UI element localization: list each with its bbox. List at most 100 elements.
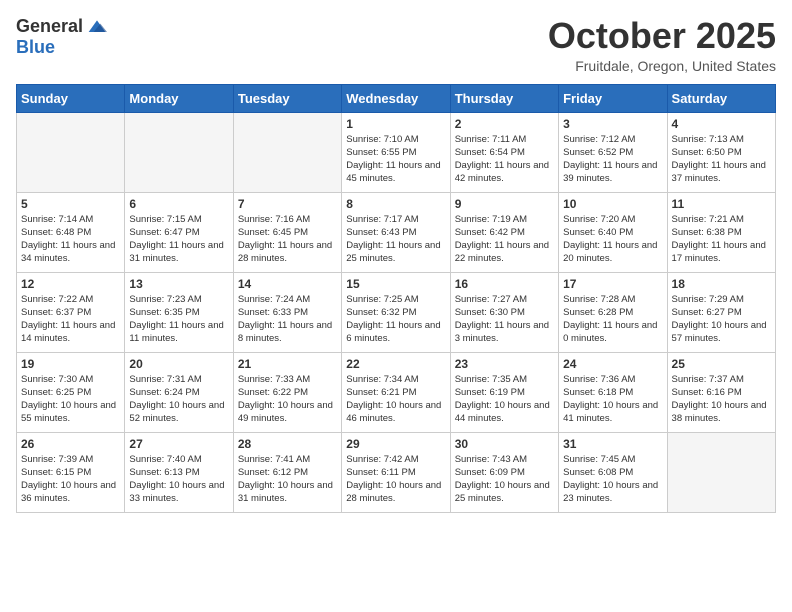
day-number: 1	[346, 117, 445, 131]
day-number: 9	[455, 197, 554, 211]
calendar-cell: 1 Sunrise: 7:10 AM Sunset: 6:55 PM Daylig…	[342, 112, 450, 192]
col-saturday: Saturday	[667, 84, 775, 112]
day-info: Sunrise: 7:24 AM Sunset: 6:33 PM Dayligh…	[238, 293, 337, 346]
calendar-week-row: 26 Sunrise: 7:39 AM Sunset: 6:15 PM Dayli…	[17, 432, 776, 512]
day-info: Sunrise: 7:27 AM Sunset: 6:30 PM Dayligh…	[455, 293, 554, 346]
day-info: Sunrise: 7:21 AM Sunset: 6:38 PM Dayligh…	[672, 213, 771, 266]
day-number: 8	[346, 197, 445, 211]
calendar-week-row: 1 Sunrise: 7:10 AM Sunset: 6:55 PM Daylig…	[17, 112, 776, 192]
col-wednesday: Wednesday	[342, 84, 450, 112]
day-info: Sunrise: 7:15 AM Sunset: 6:47 PM Dayligh…	[129, 213, 228, 266]
calendar-week-row: 19 Sunrise: 7:30 AM Sunset: 6:25 PM Dayli…	[17, 352, 776, 432]
calendar-cell: 22 Sunrise: 7:34 AM Sunset: 6:21 PM Dayli…	[342, 352, 450, 432]
day-number: 28	[238, 437, 337, 451]
calendar-week-row: 12 Sunrise: 7:22 AM Sunset: 6:37 PM Dayli…	[17, 272, 776, 352]
calendar-cell: 21 Sunrise: 7:33 AM Sunset: 6:22 PM Dayli…	[233, 352, 341, 432]
day-info: Sunrise: 7:11 AM Sunset: 6:54 PM Dayligh…	[455, 133, 554, 186]
calendar-cell: 5 Sunrise: 7:14 AM Sunset: 6:48 PM Daylig…	[17, 192, 125, 272]
month-title: October 2025	[548, 16, 776, 56]
header-row: Sunday Monday Tuesday Wednesday Thursday…	[17, 84, 776, 112]
day-number: 11	[672, 197, 771, 211]
calendar-table: Sunday Monday Tuesday Wednesday Thursday…	[16, 84, 776, 513]
day-info: Sunrise: 7:28 AM Sunset: 6:28 PM Dayligh…	[563, 293, 662, 346]
calendar-cell: 2 Sunrise: 7:11 AM Sunset: 6:54 PM Daylig…	[450, 112, 558, 192]
day-info: Sunrise: 7:35 AM Sunset: 6:19 PM Dayligh…	[455, 373, 554, 426]
day-info: Sunrise: 7:41 AM Sunset: 6:12 PM Dayligh…	[238, 453, 337, 506]
day-info: Sunrise: 7:39 AM Sunset: 6:15 PM Dayligh…	[21, 453, 120, 506]
col-monday: Monday	[125, 84, 233, 112]
day-number: 7	[238, 197, 337, 211]
day-number: 27	[129, 437, 228, 451]
day-info: Sunrise: 7:31 AM Sunset: 6:24 PM Dayligh…	[129, 373, 228, 426]
day-number: 21	[238, 357, 337, 371]
calendar-cell	[125, 112, 233, 192]
day-info: Sunrise: 7:13 AM Sunset: 6:50 PM Dayligh…	[672, 133, 771, 186]
location-text: Fruitdale, Oregon, United States	[548, 58, 776, 74]
calendar-cell: 12 Sunrise: 7:22 AM Sunset: 6:37 PM Dayli…	[17, 272, 125, 352]
day-info: Sunrise: 7:10 AM Sunset: 6:55 PM Dayligh…	[346, 133, 445, 186]
calendar-cell: 20Sunrise: 7:31 AM Sunset: 6:24 PM Dayli…	[125, 352, 233, 432]
day-number: 15	[346, 277, 445, 291]
calendar-week-row: 5 Sunrise: 7:14 AM Sunset: 6:48 PM Daylig…	[17, 192, 776, 272]
day-number: 18	[672, 277, 771, 291]
calendar-cell: 19 Sunrise: 7:30 AM Sunset: 6:25 PM Dayli…	[17, 352, 125, 432]
col-tuesday: Tuesday	[233, 84, 341, 112]
calendar-cell: 11 Sunrise: 7:21 AM Sunset: 6:38 PM Dayli…	[667, 192, 775, 272]
logo: General Blue	[16, 16, 107, 58]
day-info: Sunrise: 7:34 AM Sunset: 6:21 PM Dayligh…	[346, 373, 445, 426]
day-info: Sunrise: 7:19 AM Sunset: 6:42 PM Dayligh…	[455, 213, 554, 266]
day-number: 16	[455, 277, 554, 291]
calendar-cell: 23 Sunrise: 7:35 AM Sunset: 6:19 PM Dayli…	[450, 352, 558, 432]
logo-blue-text: Blue	[16, 37, 55, 58]
day-info: Sunrise: 7:17 AM Sunset: 6:43 PM Dayligh…	[346, 213, 445, 266]
calendar-cell: 18Sunrise: 7:29 AM Sunset: 6:27 PM Dayli…	[667, 272, 775, 352]
day-number: 3	[563, 117, 662, 131]
calendar-cell: 13 Sunrise: 7:23 AM Sunset: 6:35 PM Dayli…	[125, 272, 233, 352]
day-number: 22	[346, 357, 445, 371]
calendar-cell: 16 Sunrise: 7:27 AM Sunset: 6:30 PM Dayli…	[450, 272, 558, 352]
calendar-cell: 28 Sunrise: 7:41 AM Sunset: 6:12 PM Dayli…	[233, 432, 341, 512]
col-sunday: Sunday	[17, 84, 125, 112]
calendar-cell: 4 Sunrise: 7:13 AM Sunset: 6:50 PM Daylig…	[667, 112, 775, 192]
day-number: 2	[455, 117, 554, 131]
calendar-cell	[233, 112, 341, 192]
calendar-cell: 25Sunrise: 7:37 AM Sunset: 6:16 PM Dayli…	[667, 352, 775, 432]
day-info: Sunrise: 7:36 AM Sunset: 6:18 PM Dayligh…	[563, 373, 662, 426]
day-info: Sunrise: 7:16 AM Sunset: 6:45 PM Dayligh…	[238, 213, 337, 266]
day-info: Sunrise: 7:30 AM Sunset: 6:25 PM Dayligh…	[21, 373, 120, 426]
calendar-cell: 7 Sunrise: 7:16 AM Sunset: 6:45 PM Daylig…	[233, 192, 341, 272]
day-number: 31	[563, 437, 662, 451]
day-info: Sunrise: 7:12 AM Sunset: 6:52 PM Dayligh…	[563, 133, 662, 186]
day-info: Sunrise: 7:23 AM Sunset: 6:35 PM Dayligh…	[129, 293, 228, 346]
day-number: 23	[455, 357, 554, 371]
calendar-cell: 6 Sunrise: 7:15 AM Sunset: 6:47 PM Daylig…	[125, 192, 233, 272]
calendar-cell	[667, 432, 775, 512]
day-number: 12	[21, 277, 120, 291]
day-number: 17	[563, 277, 662, 291]
day-number: 14	[238, 277, 337, 291]
calendar-cell: 30 Sunrise: 7:43 AM Sunset: 6:09 PM Dayli…	[450, 432, 558, 512]
day-number: 6	[129, 197, 228, 211]
day-info: Sunrise: 7:40 AM Sunset: 6:13 PM Dayligh…	[129, 453, 228, 506]
day-number: 29	[346, 437, 445, 451]
logo-general-text: General	[16, 16, 83, 37]
day-info: Sunrise: 7:37 AM Sunset: 6:16 PM Dayligh…	[672, 373, 771, 426]
day-number: 5	[21, 197, 120, 211]
col-thursday: Thursday	[450, 84, 558, 112]
day-number: 13	[129, 277, 228, 291]
day-info: Sunrise: 7:22 AM Sunset: 6:37 PM Dayligh…	[21, 293, 120, 346]
calendar-cell: 8 Sunrise: 7:17 AM Sunset: 6:43 PM Daylig…	[342, 192, 450, 272]
calendar-cell: 15 Sunrise: 7:25 AM Sunset: 6:32 PM Dayli…	[342, 272, 450, 352]
day-number: 26	[21, 437, 120, 451]
day-number: 4	[672, 117, 771, 131]
day-number: 30	[455, 437, 554, 451]
day-number: 19	[21, 357, 120, 371]
day-info: Sunrise: 7:43 AM Sunset: 6:09 PM Dayligh…	[455, 453, 554, 506]
day-info: Sunrise: 7:14 AM Sunset: 6:48 PM Dayligh…	[21, 213, 120, 266]
day-info: Sunrise: 7:42 AM Sunset: 6:11 PM Dayligh…	[346, 453, 445, 506]
calendar-cell: 17 Sunrise: 7:28 AM Sunset: 6:28 PM Dayli…	[559, 272, 667, 352]
calendar-cell: 14 Sunrise: 7:24 AM Sunset: 6:33 PM Dayli…	[233, 272, 341, 352]
calendar-cell: 10Sunrise: 7:20 AM Sunset: 6:40 PM Dayli…	[559, 192, 667, 272]
day-info: Sunrise: 7:25 AM Sunset: 6:32 PM Dayligh…	[346, 293, 445, 346]
day-info: Sunrise: 7:33 AM Sunset: 6:22 PM Dayligh…	[238, 373, 337, 426]
